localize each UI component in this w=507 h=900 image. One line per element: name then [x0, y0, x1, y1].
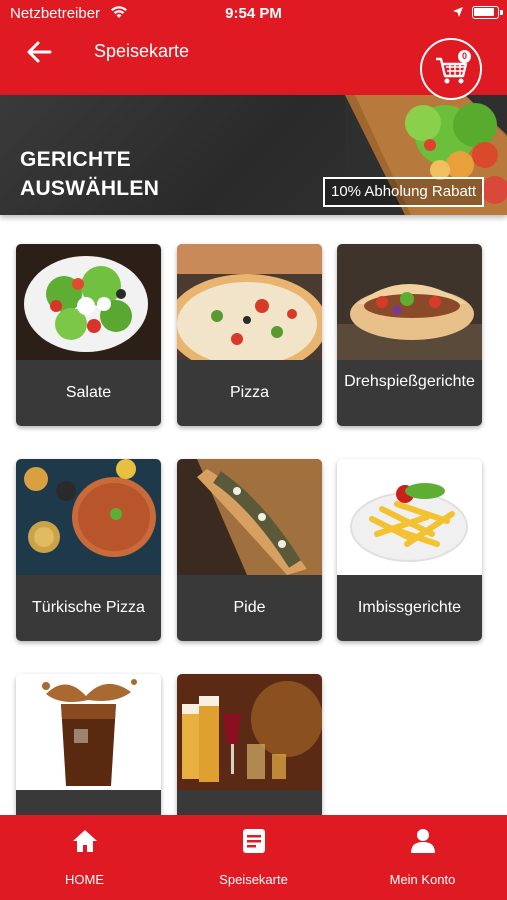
- soft-drink-image: [16, 674, 161, 790]
- cart-count-badge: 0: [458, 50, 471, 63]
- category-label: Imbissgerichte: [337, 575, 482, 641]
- nav-speisekarte[interactable]: Speisekarte: [169, 815, 338, 900]
- cart-button[interactable]: 0: [420, 38, 482, 100]
- turkish-pizza-image: [16, 459, 161, 575]
- category-card-tuerkische-pizza[interactable]: Türkische Pizza: [16, 459, 161, 641]
- pizza-image: [177, 244, 322, 360]
- category-label: Türkische Pizza: [16, 575, 161, 641]
- user-icon: [410, 829, 435, 853]
- category-card-pizza[interactable]: Pizza: [177, 244, 322, 426]
- category-label: Salate: [16, 360, 161, 426]
- category-card-salate[interactable]: Salate: [16, 244, 161, 426]
- category-card-alkoholfreie[interactable]: Alkoholfreie: [16, 674, 161, 815]
- salad-image: [16, 244, 161, 360]
- category-grid: Salate Pizza Drehspießgerichte Türkische…: [0, 240, 507, 815]
- nav-home-label: HOME: [65, 872, 104, 887]
- category-label: Pizza: [177, 360, 322, 426]
- bottom-navigation: HOME Speisekarte Mein Konto: [0, 815, 507, 900]
- nav-mein-konto[interactable]: Mein Konto: [338, 815, 507, 900]
- banner-title-line1: GERICHTE: [20, 148, 131, 171]
- nav-mein-konto-label: Mein Konto: [389, 872, 456, 887]
- category-label: Pide: [177, 575, 322, 641]
- battery-icon: [472, 6, 503, 19]
- category-label: Drehspießgerichte: [337, 360, 482, 426]
- status-bar: Netzbetreiber 9:54 PM: [0, 0, 507, 28]
- nav-home[interactable]: HOME: [0, 815, 169, 900]
- category-card-imbiss[interactable]: Imbissgerichte: [337, 459, 482, 641]
- hero-banner: GERICHTE AUSWÄHLEN 10% Abholung Rabatt: [0, 95, 507, 215]
- category-card-pide[interactable]: Pide: [177, 459, 322, 641]
- category-label: Alkoholfreie: [16, 790, 161, 815]
- banner-title: GERICHTE AUSWÄHLEN: [20, 145, 220, 203]
- pide-image: [177, 459, 322, 575]
- category-card-drehspiess[interactable]: Drehspießgerichte: [337, 244, 482, 426]
- menu-list-icon: [242, 829, 265, 853]
- nav-speisekarte-label: Speisekarte: [219, 872, 288, 887]
- discount-badge: 10% Abholung Rabatt: [323, 177, 485, 207]
- arrow-left-icon: [27, 41, 52, 63]
- clock-time: 9:54 PM: [225, 5, 282, 22]
- category-label: Alkoholische: [177, 790, 322, 815]
- home-icon: [72, 830, 97, 852]
- banner-title-line2: AUSWÄHLEN: [20, 177, 160, 200]
- fries-image: [337, 459, 482, 575]
- page-title: Speisekarte: [94, 41, 190, 61]
- alcoholic-drinks-image: [177, 674, 322, 790]
- category-card-alkoholische[interactable]: Alkoholische: [177, 674, 322, 815]
- doner-image: [337, 244, 482, 360]
- back-button[interactable]: [24, 38, 56, 66]
- location-arrow-icon: [453, 7, 463, 17]
